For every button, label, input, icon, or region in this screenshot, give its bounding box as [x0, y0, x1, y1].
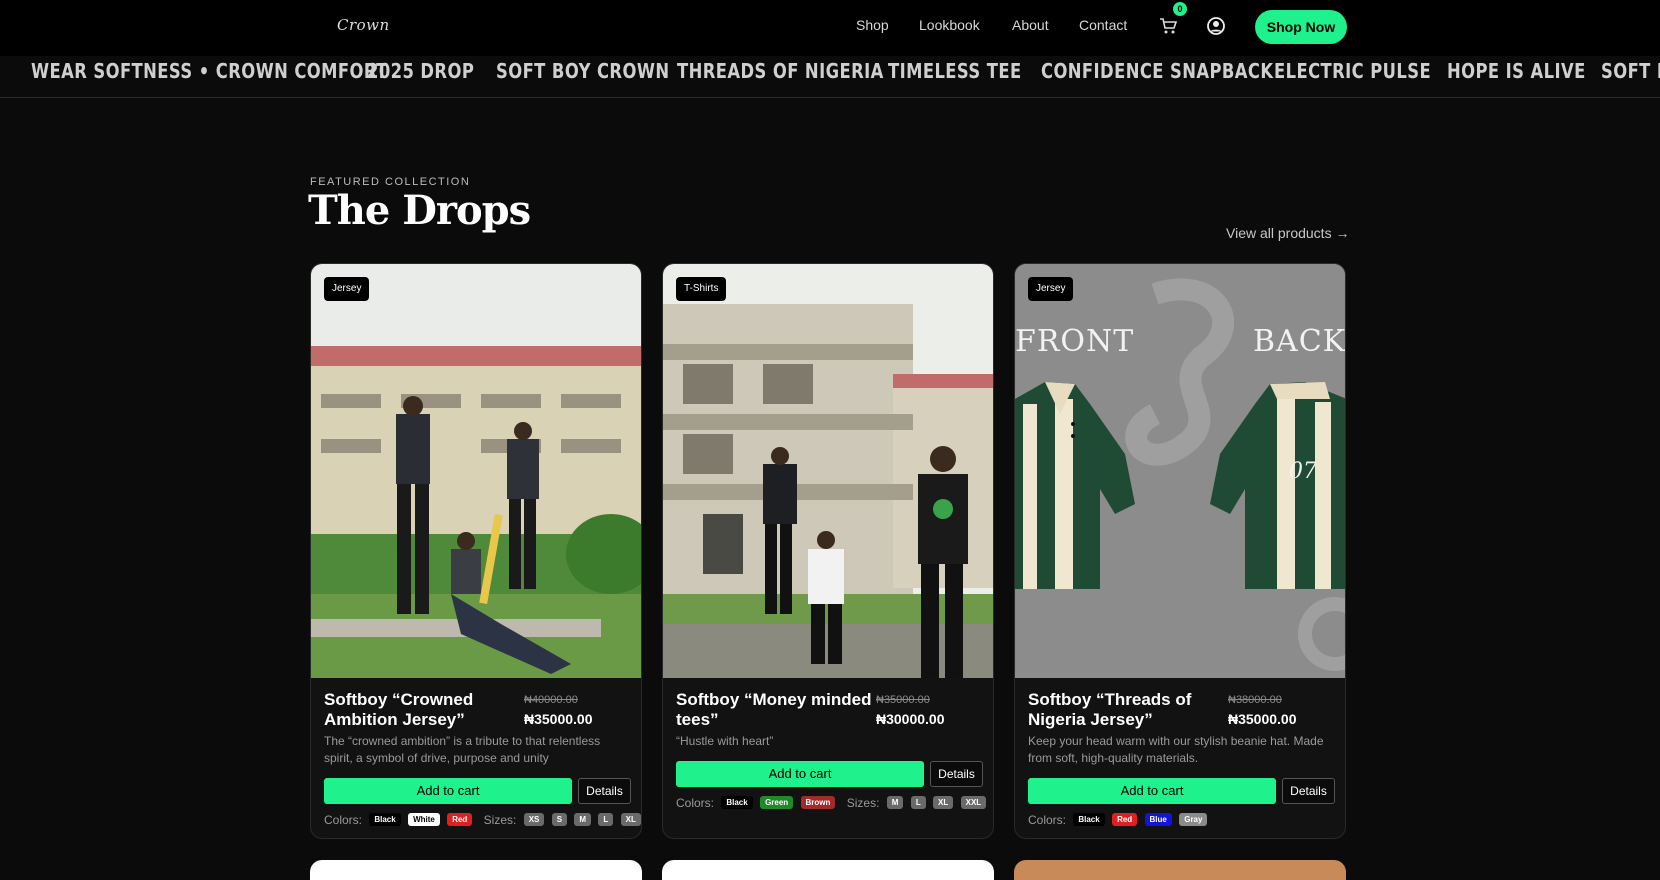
sizes-label: Sizes: [483, 812, 517, 827]
color-chip-blue[interactable]: Blue [1144, 813, 1172, 827]
size-chip-xl[interactable]: XL [620, 813, 641, 827]
color-options: Colors: Black Red Blue Gray [1028, 812, 1208, 827]
marquee-item: SOFT BOY CROWN [496, 59, 670, 83]
marquee-item: 2025 DROP [367, 59, 475, 83]
original-price: ₦35000.00 [876, 694, 930, 706]
colors-label: Colors: [676, 795, 715, 810]
announcement-marquee: WEAR SOFTNESS • CROWN COMFORT 2025 DROP … [0, 56, 1660, 98]
colors-label: Colors: [1028, 812, 1067, 827]
view-all-products-link[interactable]: View all products → [1226, 225, 1349, 241]
product-card-next-row [310, 860, 642, 880]
product-name[interactable]: Softboy “Threads of Nigeria Jersey” [1028, 690, 1228, 730]
color-chip-brown[interactable]: Brown [800, 796, 836, 810]
cart-icon[interactable] [1158, 16, 1178, 36]
color-chip-red[interactable]: Red [447, 813, 473, 827]
size-chip-m[interactable]: M [886, 796, 904, 810]
marquee-item: HOPE IS ALIVE [1447, 59, 1586, 83]
category-tag: T-Shirts [676, 277, 727, 301]
sale-price: ₦30000.00 [876, 711, 945, 727]
product-image[interactable] [311, 264, 641, 678]
marquee-item: SOFT P [1601, 59, 1660, 83]
color-chip-white[interactable]: White [408, 813, 440, 827]
product-card-next-row [662, 860, 994, 880]
color-chip-gray[interactable]: Gray [1179, 813, 1208, 827]
details-button[interactable]: Details [1282, 778, 1335, 804]
nav-lookbook[interactable]: Lookbook [919, 17, 980, 33]
product-description: Keep your head warm with our stylish bea… [1028, 734, 1324, 765]
size-chip-m[interactable]: M [574, 813, 592, 827]
details-button[interactable]: Details [578, 778, 631, 804]
color-size-options: Colors: Black White Red Sizes: XS S M L … [324, 812, 641, 827]
product-card: T-Shirts Softboy “Money minded tees” ₦35… [662, 263, 994, 839]
jersey-number: 07 [1289, 459, 1317, 484]
original-price: ₦40000.00 [524, 694, 578, 706]
product-card-next-row [1014, 860, 1346, 880]
nav-contact[interactable]: Contact [1079, 17, 1127, 33]
colors-label: Colors: [324, 812, 363, 827]
category-tag: Jersey [1028, 277, 1074, 301]
logo[interactable]: Crown [337, 16, 390, 34]
color-chip-black[interactable]: Black [1073, 813, 1105, 827]
color-chip-black[interactable]: Black [721, 796, 753, 810]
marquee-item: CONFIDENCE SNAPBACK [1041, 59, 1274, 83]
top-navbar: Crown Shop Lookbook About Contact 0 Shop… [0, 0, 1660, 56]
nav-about[interactable]: About [1012, 17, 1049, 33]
sale-price: ₦35000.00 [524, 711, 593, 727]
marquee-item: WEAR SOFTNESS • CROWN COMFORT [31, 59, 388, 83]
add-to-cart-button[interactable]: Add to cart [324, 778, 572, 804]
user-account-icon[interactable] [1206, 16, 1226, 36]
size-chip-s[interactable]: S [551, 813, 568, 827]
marquee-item: ELECTRIC PULSE [1274, 59, 1432, 83]
product-card: FRONT BACK 07 Jersey Softboy “Threads of… [1014, 263, 1346, 839]
marquee-item: TIMELESS TEE [888, 59, 1022, 83]
size-chip-xl[interactable]: XL [933, 796, 954, 810]
product-name[interactable]: Softboy “Money minded tees” [676, 690, 876, 730]
sale-price: ₦35000.00 [1228, 711, 1297, 727]
shop-now-button[interactable]: Shop Now [1255, 10, 1347, 44]
section-title: The Drops [308, 187, 531, 234]
front-label: FRONT [1015, 324, 1135, 359]
back-label: BACK [1253, 324, 1346, 359]
original-price: ₦38000.00 [1228, 694, 1282, 706]
nav-shop[interactable]: Shop [856, 17, 889, 33]
category-tag: Jersey [324, 277, 370, 301]
product-card: Jersey Softboy “Crowned Ambition Jersey”… [310, 263, 642, 839]
add-to-cart-button[interactable]: Add to cart [1028, 778, 1276, 804]
product-name[interactable]: Softboy “Crowned Ambition Jersey” [324, 690, 524, 730]
product-image[interactable] [663, 264, 993, 678]
color-size-options: Colors: Black Green Brown Sizes: M L XL … [676, 795, 987, 810]
add-to-cart-button[interactable]: Add to cart [676, 761, 924, 787]
color-chip-green[interactable]: Green [760, 796, 794, 810]
size-chip-xs[interactable]: XS [523, 813, 545, 827]
sizes-label: Sizes: [846, 795, 880, 810]
size-chip-l[interactable]: L [598, 813, 614, 827]
product-description: The “crowned ambition” is a tribute to t… [324, 734, 601, 765]
product-description: “Hustle with heart” [676, 734, 774, 748]
color-chip-red[interactable]: Red [1112, 813, 1138, 827]
marquee-item: THREADS OF NIGERIA [677, 59, 884, 83]
size-chip-l[interactable]: L [910, 796, 926, 810]
cart-count-badge: 0 [1173, 2, 1187, 16]
size-chip-xxl[interactable]: XXL [960, 796, 987, 810]
color-chip-black[interactable]: Black [369, 813, 401, 827]
details-button[interactable]: Details [930, 761, 983, 787]
product-image[interactable]: FRONT BACK 07 [1015, 264, 1346, 678]
